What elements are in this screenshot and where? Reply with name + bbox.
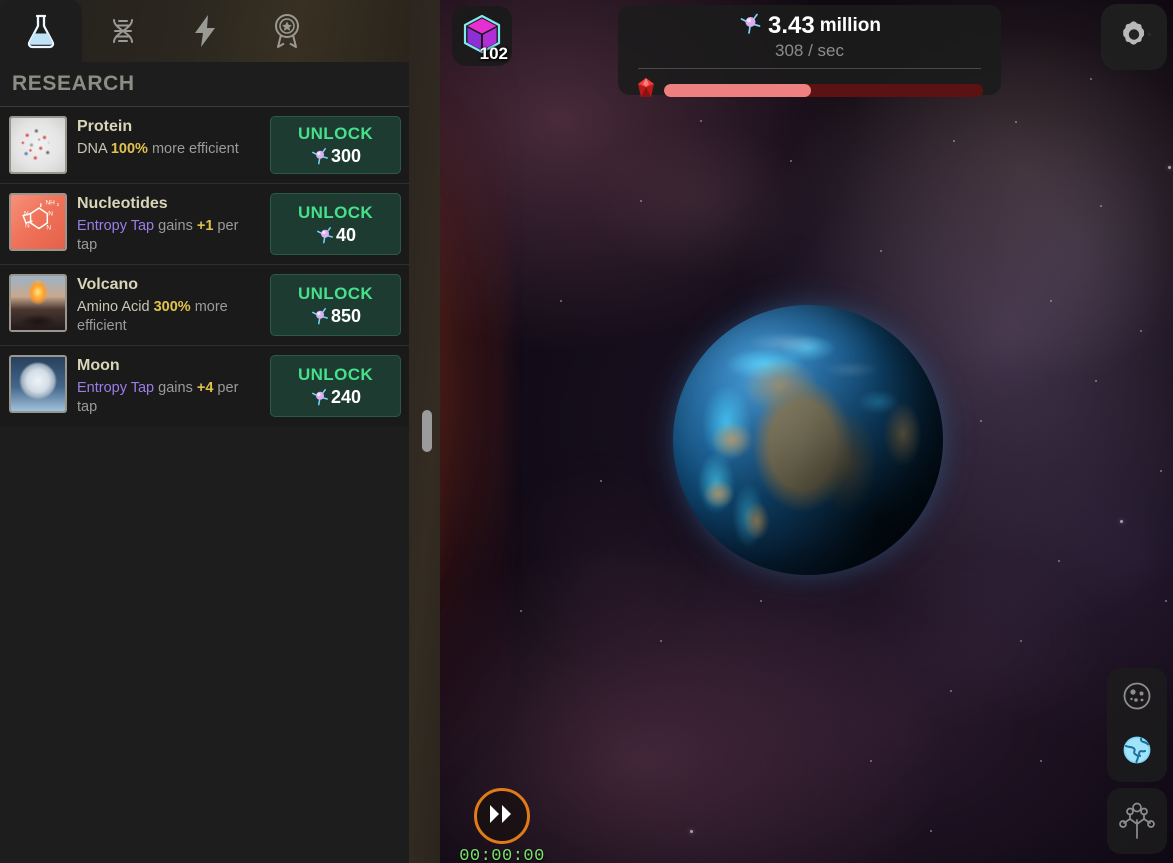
- cube-resource-badge[interactable]: 102: [452, 6, 512, 66]
- gear-icon: [1117, 18, 1151, 57]
- research-item-name: Protein: [77, 118, 133, 135]
- research-item-text: Moon Entropy Tap gains +4 per tap: [77, 355, 260, 417]
- unlock-button-label: UNLOCK: [297, 123, 374, 143]
- timer-value: 00:00:00: [459, 847, 545, 863]
- protein-molecule-thumb: [9, 116, 67, 174]
- research-item-text: Nucleotides Entropy Tap gains +1 per tap: [77, 193, 260, 255]
- tab-dna[interactable]: [82, 0, 164, 62]
- entropy-amount: 3.43: [768, 11, 815, 39]
- svg-text:N: N: [46, 224, 51, 231]
- entropy-icon: [310, 306, 330, 326]
- unlock-button-label: UNLOCK: [297, 202, 374, 222]
- research-item-name: Volcano: [77, 276, 139, 293]
- tech-tree-icon: [1118, 798, 1156, 845]
- entropy-icon: [310, 146, 330, 166]
- research-item-description: Entropy Tap gains +1 per tap: [77, 218, 239, 253]
- divider: [638, 68, 981, 69]
- planet[interactable]: [647, 279, 969, 601]
- entropy-icon: [315, 225, 335, 245]
- cell-icon: [1121, 680, 1153, 717]
- tab-energy[interactable]: [164, 0, 246, 62]
- unlock-price-value: 850: [330, 305, 362, 326]
- entropy-icon: [310, 387, 330, 407]
- unlock-price: 300: [310, 146, 361, 167]
- entropy-unit: million: [819, 14, 881, 36]
- dna-helix-icon: [106, 14, 140, 48]
- research-item-text: Volcano Amino Acid 300% more efficient: [77, 274, 260, 336]
- sidebar-resize-handle[interactable]: [422, 410, 432, 452]
- research-sidebar: RESEARCH Protein DNA 100% more efficient U…: [0, 0, 409, 863]
- red-gem-icon: [636, 77, 656, 104]
- unlock-price: 850: [310, 306, 361, 327]
- sidebar-tabbar: [0, 0, 409, 62]
- unlock-price-value: 240: [330, 386, 362, 407]
- research-item-description: Entropy Tap gains +4 per tap: [77, 380, 239, 415]
- globe-icon: [1121, 734, 1153, 771]
- svg-text:NH: NH: [45, 199, 55, 206]
- unlock-button[interactable]: UNLOCK 40: [270, 193, 401, 255]
- research-item-name: Moon: [77, 357, 120, 374]
- medal-icon: [270, 13, 304, 49]
- progress-bar-fill: [664, 84, 811, 97]
- research-item-name: Nucleotides: [77, 195, 168, 212]
- volcano-thumb: [9, 274, 67, 332]
- nucleotide-thumb: NH 2 NN NN: [9, 193, 67, 251]
- unlock-price-value: 300: [330, 145, 362, 166]
- cube-count: 102: [479, 44, 508, 63]
- fast-forward-icon: [487, 802, 517, 831]
- research-item-row[interactable]: Protein DNA 100% more efficient UNLOCK 300: [0, 106, 409, 183]
- svg-text:N: N: [48, 210, 53, 217]
- research-item-row[interactable]: Volcano Amino Acid 300% more efficient UNL…: [0, 264, 409, 345]
- unlock-button[interactable]: UNLOCK 300: [270, 116, 401, 174]
- svg-text:N: N: [24, 210, 29, 217]
- research-item-row[interactable]: Moon Entropy Tap gains +4 per tap UNLOCK 2…: [0, 345, 409, 426]
- unlock-price: 40: [315, 225, 356, 246]
- research-item-description: DNA 100% more efficient: [77, 141, 239, 157]
- fast-forward-button[interactable]: [474, 788, 530, 844]
- research-item-row[interactable]: NH 2 NN NN Nucleotides Entropy Tap gains +…: [0, 183, 409, 264]
- svg-text:N: N: [25, 223, 30, 230]
- entropy-stat-panel: 3.43 million 308 / sec: [618, 5, 1001, 97]
- unlock-price-value: 40: [335, 224, 357, 245]
- research-item-text: Protein DNA 100% more efficient: [77, 116, 260, 159]
- view-buttons-group: [1107, 668, 1167, 782]
- unlock-button[interactable]: UNLOCK 850: [270, 274, 401, 336]
- tech-tree-button[interactable]: [1107, 788, 1167, 854]
- entropy-amount-row: 3.43 million: [636, 12, 983, 39]
- svg-text:2: 2: [57, 202, 60, 207]
- unlock-price: 240: [310, 387, 361, 408]
- planet-view-button[interactable]: [1115, 730, 1159, 774]
- page-title: RESEARCH: [0, 62, 409, 106]
- research-item-description: Amino Acid 300% more efficient: [77, 299, 228, 334]
- research-list: Protein DNA 100% more efficient UNLOCK 300…: [0, 106, 409, 426]
- unlock-button[interactable]: UNLOCK 240: [270, 355, 401, 417]
- progress-bar: [664, 84, 983, 97]
- cell-view-button[interactable]: [1115, 676, 1159, 720]
- progress-row: [636, 77, 983, 104]
- moon-thumb: [9, 355, 67, 413]
- entropy-icon: [738, 11, 763, 41]
- flask-icon: [24, 13, 58, 49]
- settings-button[interactable]: [1101, 4, 1167, 70]
- unlock-button-label: UNLOCK: [297, 364, 374, 384]
- entropy-rate: 308 / sec: [775, 41, 844, 60]
- tab-achievements[interactable]: [246, 0, 328, 62]
- tab-research[interactable]: [0, 0, 82, 62]
- fast-forward-timer: 00:00:00: [452, 788, 552, 863]
- game-screen: RESEARCH Protein DNA 100% more efficient U…: [0, 0, 1173, 863]
- lightning-bolt-icon: [190, 14, 220, 48]
- unlock-button-label: UNLOCK: [297, 283, 374, 303]
